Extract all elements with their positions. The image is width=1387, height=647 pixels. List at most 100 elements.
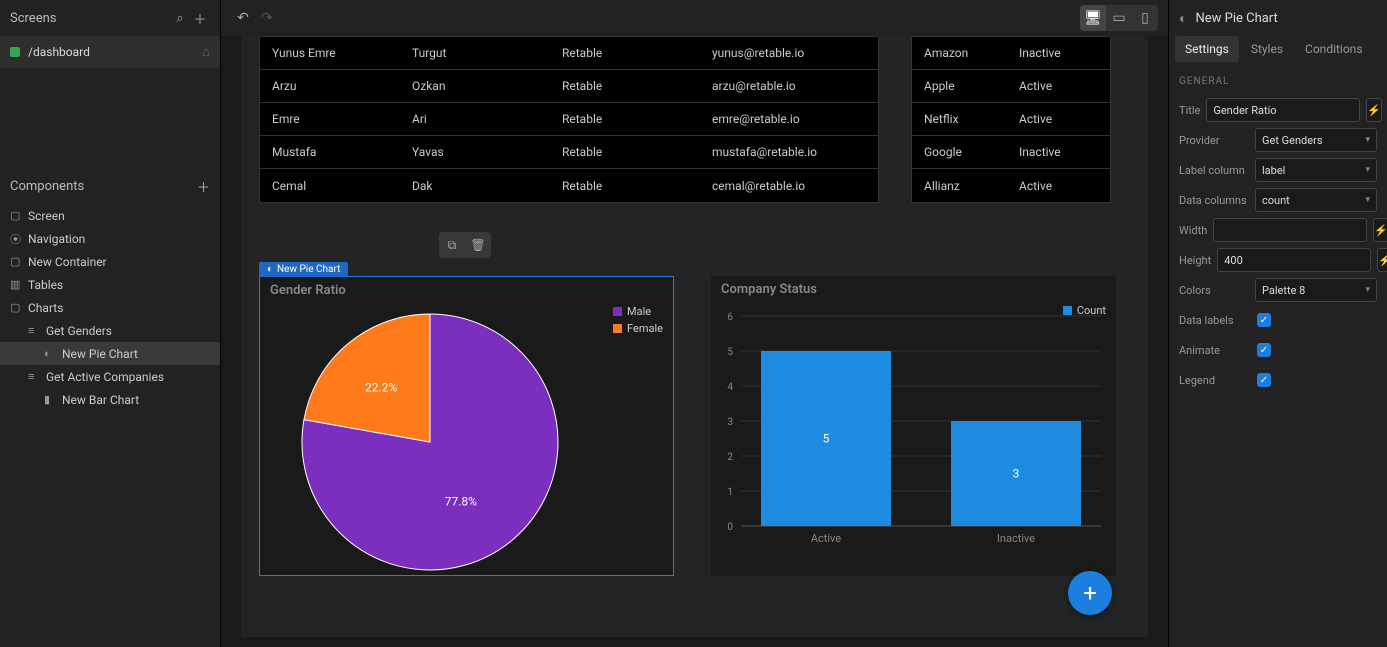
components-header: Components ＋	[0, 168, 220, 204]
component-label: New Container	[28, 255, 107, 269]
prop-width-input[interactable]	[1213, 218, 1367, 242]
component-label: Tables	[28, 278, 63, 292]
prop-height-label: Height	[1179, 254, 1211, 267]
component-icon: ◐	[44, 347, 62, 360]
center-area: ↶ ↷ 🖥 ▭ ▯ Yunus EmreTurgutRetableyunus@r…	[221, 0, 1168, 647]
table-row[interactable]: MustafaYavasRetablemustafa@retable.io	[260, 136, 878, 169]
add-screen-icon[interactable]: ＋	[190, 9, 210, 28]
table-cell: mustafa@retable.io	[700, 145, 870, 159]
table-cell: Cemal	[260, 179, 400, 193]
add-component-icon[interactable]: ＋	[197, 177, 210, 196]
undo-button[interactable]: ↶	[231, 6, 255, 30]
bolt-icon[interactable]: ⚡	[1366, 98, 1382, 122]
component-label: New Bar Chart	[62, 393, 139, 407]
screen-item-dashboard[interactable]: /dashboard ⌂	[0, 36, 220, 68]
right-header: ◐ New Pie Chart	[1169, 0, 1387, 36]
device-mobile-button[interactable]: ▯	[1132, 5, 1158, 31]
prop-title-label: Title	[1179, 104, 1200, 117]
legend-swatch	[613, 307, 622, 316]
redo-button[interactable]: ↷	[255, 6, 279, 30]
table-cell: Arzu	[260, 79, 400, 93]
element-actions: ⧉ 🗑	[439, 232, 491, 258]
prop-datacol-select[interactable]: count	[1255, 188, 1377, 212]
prop-provider-select[interactable]: Get Genders	[1255, 128, 1377, 152]
component-item[interactable]: ▥Tables	[0, 273, 220, 296]
selection-tab[interactable]: ◐ New Pie Chart	[259, 262, 348, 277]
bolt-icon[interactable]: ⚡	[1373, 218, 1387, 242]
legend-swatch	[613, 324, 622, 333]
table-cell: Yavas	[400, 145, 550, 159]
svg-text:2: 2	[727, 452, 733, 463]
table-cell: Retable	[550, 79, 700, 93]
component-item[interactable]: ▢Screen	[0, 204, 220, 227]
pie-chart-icon: ◐	[1179, 10, 1187, 27]
table-cell: Active	[1007, 79, 1102, 93]
legend-item: Female	[613, 322, 663, 335]
table-cell: Retable	[550, 179, 700, 193]
table-cell: Inactive	[1007, 145, 1102, 159]
component-item[interactable]: ◐New Pie Chart	[0, 342, 220, 365]
screens-header: Screens ⌕ ＋	[0, 0, 220, 36]
svg-text:77.8%: 77.8%	[445, 494, 477, 508]
svg-text:5: 5	[727, 347, 733, 358]
component-label: Get Genders	[46, 324, 112, 338]
trash-icon[interactable]: 🗑	[465, 232, 491, 258]
duplicate-icon[interactable]: ⧉	[439, 232, 465, 258]
companies-table[interactable]: AmazonInactiveAppleActiveNetflixActiveGo…	[911, 36, 1111, 203]
device-desktop-button[interactable]: 🖥	[1080, 5, 1106, 31]
component-item[interactable]: ⦿Navigation	[0, 227, 220, 250]
canvas[interactable]: Yunus EmreTurgutRetableyunus@retable.ioA…	[221, 36, 1168, 647]
fab-add-button[interactable]: +	[1068, 571, 1112, 615]
bolt-icon[interactable]: ⚡	[1377, 248, 1387, 272]
tab-styles[interactable]: Styles	[1241, 36, 1293, 62]
section-general-label: General	[1169, 62, 1387, 95]
search-icon[interactable]: ⌕	[170, 11, 190, 26]
bar-chart-svg: 01234565Active3Inactive	[711, 306, 1116, 566]
prop-colors-label: Colors	[1179, 284, 1249, 297]
table-row[interactable]: GoogleInactive	[912, 136, 1110, 169]
prop-datalabels-checkbox[interactable]: ✓	[1257, 313, 1271, 327]
table-cell: Mustafa	[260, 145, 400, 159]
table-row[interactable]: NetflixActive	[912, 103, 1110, 136]
bar-chart-card[interactable]: Company Status Count 01234565Active3Inac…	[711, 276, 1116, 576]
table-cell: Netflix	[912, 112, 1007, 126]
table-cell: Yunus Emre	[260, 46, 400, 60]
users-table[interactable]: Yunus EmreTurgutRetableyunus@retable.ioA…	[259, 36, 879, 203]
table-cell: Dak	[400, 179, 550, 193]
table-row[interactable]: EmreAriRetableemre@retable.io	[260, 103, 878, 136]
component-item[interactable]: ▮New Bar Chart	[0, 388, 220, 411]
component-icon: ⦿	[10, 231, 28, 247]
prop-animate-label: Animate	[1179, 344, 1249, 357]
right-tabs: SettingsStylesConditions	[1169, 36, 1387, 62]
table-cell: Retable	[550, 112, 700, 126]
prop-animate-checkbox[interactable]: ✓	[1257, 343, 1271, 357]
prop-legend-label: Legend	[1179, 374, 1249, 387]
prop-legend-checkbox[interactable]: ✓	[1257, 373, 1271, 387]
component-item[interactable]: ≡Get Genders	[0, 319, 220, 342]
table-row[interactable]: Yunus EmreTurgutRetableyunus@retable.io	[260, 37, 878, 70]
component-item[interactable]: ≡Get Active Companies	[0, 365, 220, 388]
table-row[interactable]: CemalDakRetablecemal@retable.io	[260, 169, 878, 202]
tab-settings[interactable]: Settings	[1175, 36, 1239, 62]
prop-colors-select[interactable]: Palette 8	[1255, 278, 1377, 302]
bar-chart-title: Company Status	[711, 276, 1116, 303]
table-cell: yunus@retable.io	[700, 46, 870, 60]
device-tablet-button[interactable]: ▭	[1106, 5, 1132, 31]
table-row[interactable]: ArzuOzkanRetablearzu@retable.io	[260, 70, 878, 103]
pie-chart-card[interactable]: Gender Ratio MaleFemale 77.8%22.2%	[259, 276, 674, 576]
svg-text:3: 3	[727, 417, 733, 428]
prop-title-input[interactable]	[1206, 98, 1360, 122]
svg-text:1: 1	[727, 487, 733, 498]
tab-conditions[interactable]: Conditions	[1295, 36, 1372, 62]
table-row[interactable]: AppleActive	[912, 70, 1110, 103]
component-item[interactable]: ▢New Container	[0, 250, 220, 273]
svg-text:Active: Active	[811, 532, 841, 545]
table-row[interactable]: AmazonInactive	[912, 37, 1110, 70]
component-label: Charts	[28, 301, 63, 315]
table-row[interactable]: AllianzActive	[912, 169, 1110, 202]
table-cell: arzu@retable.io	[700, 79, 870, 93]
prop-height-input[interactable]	[1217, 248, 1371, 272]
prop-labelcol-select[interactable]: label	[1255, 158, 1377, 182]
component-item[interactable]: ▢Charts	[0, 296, 220, 319]
table-cell: Emre	[260, 112, 400, 126]
